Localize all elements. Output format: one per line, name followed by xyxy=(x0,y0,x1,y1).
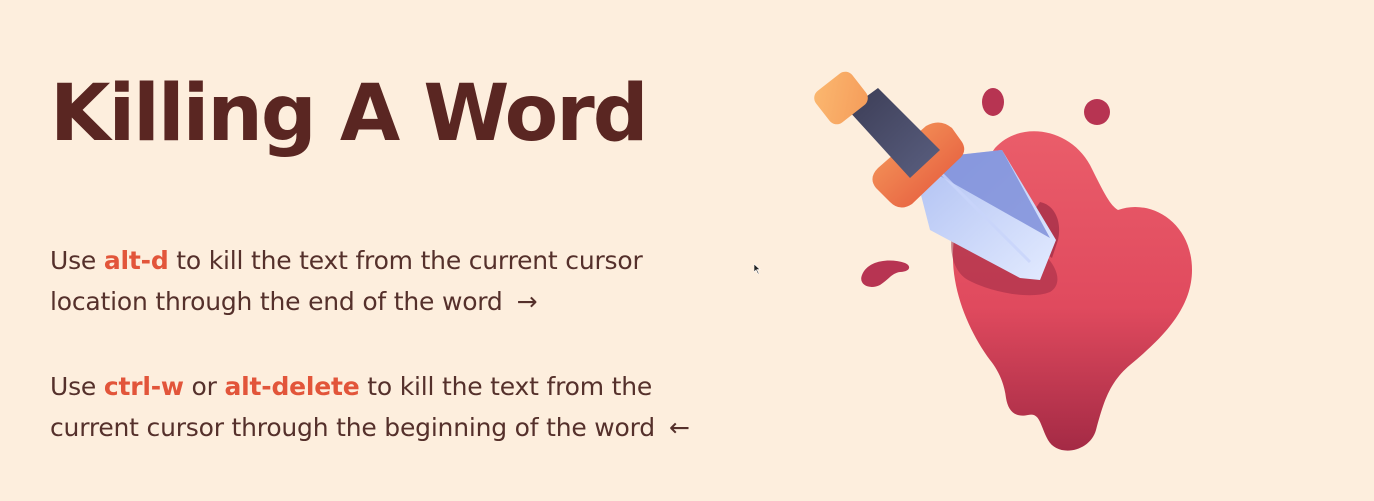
mouse-pointer-icon xyxy=(754,264,761,274)
blood-splash xyxy=(861,260,910,287)
para1-line2: location through the end of the word xyxy=(50,287,503,316)
ctrl-w-description: Use ctrl-w or alt-delete to kill the tex… xyxy=(50,366,690,448)
dagger-in-heart-icon xyxy=(814,71,1192,451)
para1-middle: to kill the text from the current cursor xyxy=(168,246,643,275)
key-ctrl-w: ctrl-w xyxy=(103,372,184,401)
key-alt-delete: alt-delete xyxy=(224,372,360,401)
para2-middle: to kill the text from the xyxy=(359,372,653,401)
slide: Killing A Word Use alt-d to kill the tex… xyxy=(0,0,1374,501)
blood-drop xyxy=(982,88,1004,116)
key-alt-d: alt-d xyxy=(103,246,169,275)
para2-joiner: or xyxy=(183,372,225,401)
para2-line2: current cursor through the beginning of … xyxy=(50,413,655,442)
left-arrow-icon: ← xyxy=(668,413,690,442)
right-arrow-icon: → xyxy=(516,287,538,316)
alt-d-description: Use alt-d to kill the text from the curr… xyxy=(50,240,643,322)
para2-prefix: Use xyxy=(50,372,104,401)
slide-title: Killing A Word xyxy=(50,69,649,159)
para1-prefix: Use xyxy=(50,246,104,275)
blood-drop xyxy=(1084,99,1110,125)
